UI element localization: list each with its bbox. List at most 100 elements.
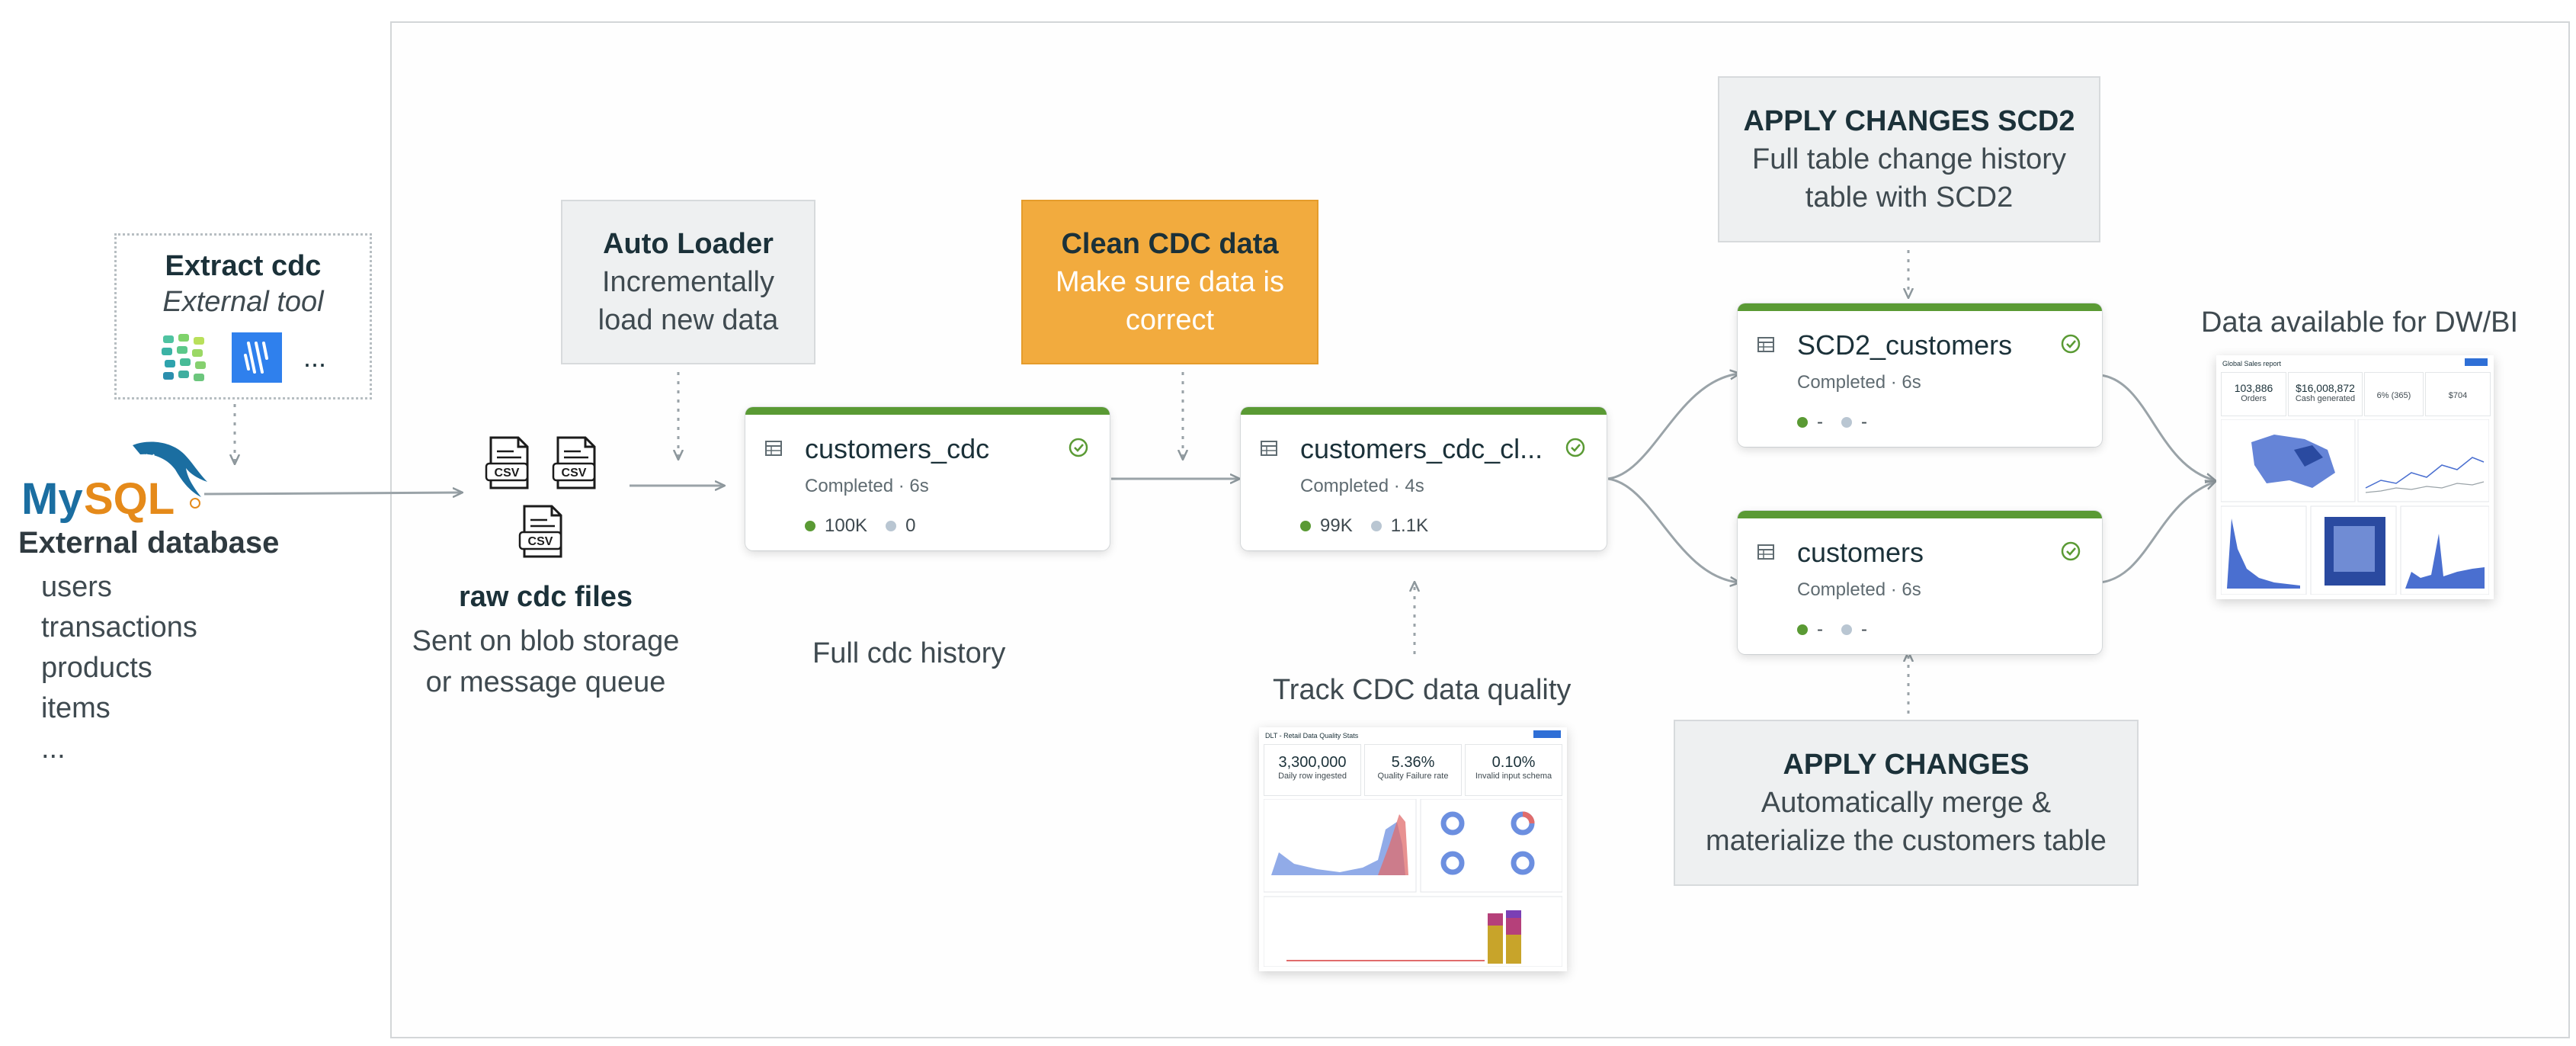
list-item: transactions [41,611,197,643]
arrow-clean-to-customers [1607,477,1739,582]
fivetran-tool-icon [231,332,282,383]
check-circle-icon [2061,334,2081,354]
raw-files-title: raw cdc files [458,581,633,613]
quality-charts [1264,799,1562,967]
mysql-logo: My SQL [18,424,209,527]
quality-dashboard-title: DLT - Retail Data Quality Stats [1265,732,1359,740]
check-circle-icon [2061,541,2081,561]
mysql-wordmark: My [21,474,83,523]
svg-text:SQL: SQL [84,474,175,523]
node-status: Completed · 6s [1797,372,1921,393]
list-item: products [41,652,152,684]
node-customers-cdc-clean[interactable]: customers_cdc_cl... Completed · 4s 99K 1… [1241,407,1607,550]
csv-files-icons: CSV CSV CSV [485,436,596,558]
kpi-card: 0.10% Invalid input schema [1465,744,1562,796]
quality-dashboard-thumbnail: DLT - Retail Data Quality Stats 3,300,00… [1259,727,1567,971]
kpi-label: Cash generated [2295,394,2356,403]
table-icon [1261,441,1277,456]
run-button[interactable] [1533,730,1561,738]
apply-changes-scd2-box: APPLY CHANGES SCD2 Full table change his… [1718,76,2100,242]
kpi-value: $704 [2448,391,2468,400]
dropped-count: 0 [905,515,916,536]
written-dot-icon [1797,417,1808,428]
node-stats: 99K 1.1K [1300,515,1428,537]
list-item: ... [41,733,66,765]
kpi-card: 3,300,000 Daily row ingested [1264,744,1361,796]
kpi-value: 0.10% [1491,754,1536,771]
arrow-clean-to-scd2 [1607,374,1739,480]
written-count: 100K [825,515,868,536]
raw-files-subtitle-line: or message queue [425,666,666,698]
list-item: items [41,692,111,724]
mysql-dolphin-icon: My SQL [21,441,207,524]
auto-loader-box: Auto Loader Incrementally load new data [561,200,815,364]
node-stats: 100K 0 [805,515,915,537]
kpi-label: Invalid input schema [1475,772,1552,781]
node-name: customers_cdc [805,433,990,464]
written-dot-icon [1797,624,1808,635]
kpi-card: 5.36% Quality Failure rate [1364,744,1462,796]
dw-bi-label: Data available for DW/BI [2201,306,2519,339]
kpi-card: $704 [2425,372,2491,416]
clean-cdc-box: Clean CDC data Make sure data is correct [1021,200,1318,364]
node-scd2-customers[interactable]: SCD2_customers Completed · 6s - - [1738,303,2102,447]
auto-loader-line: load new data [598,304,779,336]
apply-changes-box: APPLY CHANGES Automatically merge & mate… [1674,720,2139,886]
extract-subtitle: External tool [162,286,324,318]
written-count: 99K [1320,515,1353,536]
tool-logos: ... [160,332,326,383]
written-dot-icon [805,521,815,531]
kpi-value: 103,886 [2234,382,2273,394]
apply-box-line: materialize the customers table [1706,825,2107,857]
dropped-dot-icon [886,521,897,531]
database-table-list: users transactions products items ... [41,567,197,769]
more-tools: ... [303,342,326,373]
scd2-box-line: Full table change history [1752,143,2066,175]
apply-box-line: Automatically merge & [1761,787,2052,819]
auto-loader-line: Incrementally [602,266,774,298]
node-name: customers [1797,537,1924,568]
table-icon [765,441,782,456]
extract-title: Extract cdc [165,250,322,282]
clean-cdc-line: Make sure data is [1056,266,1284,298]
node-customers-cdc[interactable]: customers_cdc Completed · 6s 100K 0 [745,407,1110,550]
scd2-box-line: table with SCD2 [1805,181,2014,213]
csv-label: CSV [495,467,520,480]
run-button[interactable] [2465,358,2488,366]
extract-cdc-box: Extract cdc External tool ... [114,233,372,399]
node-stats: - - [1797,619,1867,640]
track-quality-label: Track CDC data quality [1273,674,1572,706]
csv-label: CSV [528,535,553,548]
node-status: Completed · 6s [1797,579,1921,600]
kpi-value: $16,008,872 [2296,382,2355,394]
arrow-scd2-to-bi [2100,374,2215,480]
kpi-label: Quality Failure rate [1377,772,1449,781]
table-icon [1757,544,1774,560]
dropped-count: 1.1K [1390,515,1429,536]
raw-files-subtitle-line: Sent on blob storage [412,625,680,657]
clean-cdc-line: correct [1125,304,1215,336]
written-count: - [1817,619,1823,640]
node-status: Completed · 6s [805,476,929,496]
auto-loader-title: Auto Loader [603,228,774,260]
node-name: SCD2_customers [1797,329,2013,361]
node-customers[interactable]: customers Completed · 6s - - [1738,511,2102,654]
check-circle-icon [1069,438,1088,457]
written-count: - [1817,412,1823,432]
node-stats: - - [1797,412,1867,433]
arrow-mysql-to-files [203,493,462,494]
raw-files-subtitle: Sent on blob storage or message queue [393,621,698,703]
arrow-customers-to-bi [2100,482,2215,584]
kpi-value: 3,300,000 [1278,754,1347,771]
dropped-dot-icon [1841,417,1852,428]
dropped-count: - [1861,619,1867,640]
clean-cdc-title: Clean CDC data [1061,228,1279,260]
dropped-dot-icon [1370,521,1382,531]
kpi-value: 6% (365) [2376,391,2411,400]
sales-dashboard-title: Global Sales report [2222,360,2282,367]
scd2-box-title: APPLY CHANGES SCD2 [1743,105,2075,137]
check-circle-icon [1565,438,1585,457]
mosaic-tool-icon [161,334,206,381]
kpi-card: 103,886 Orders [2221,372,2286,416]
apply-box-title: APPLY CHANGES [1783,749,2030,781]
